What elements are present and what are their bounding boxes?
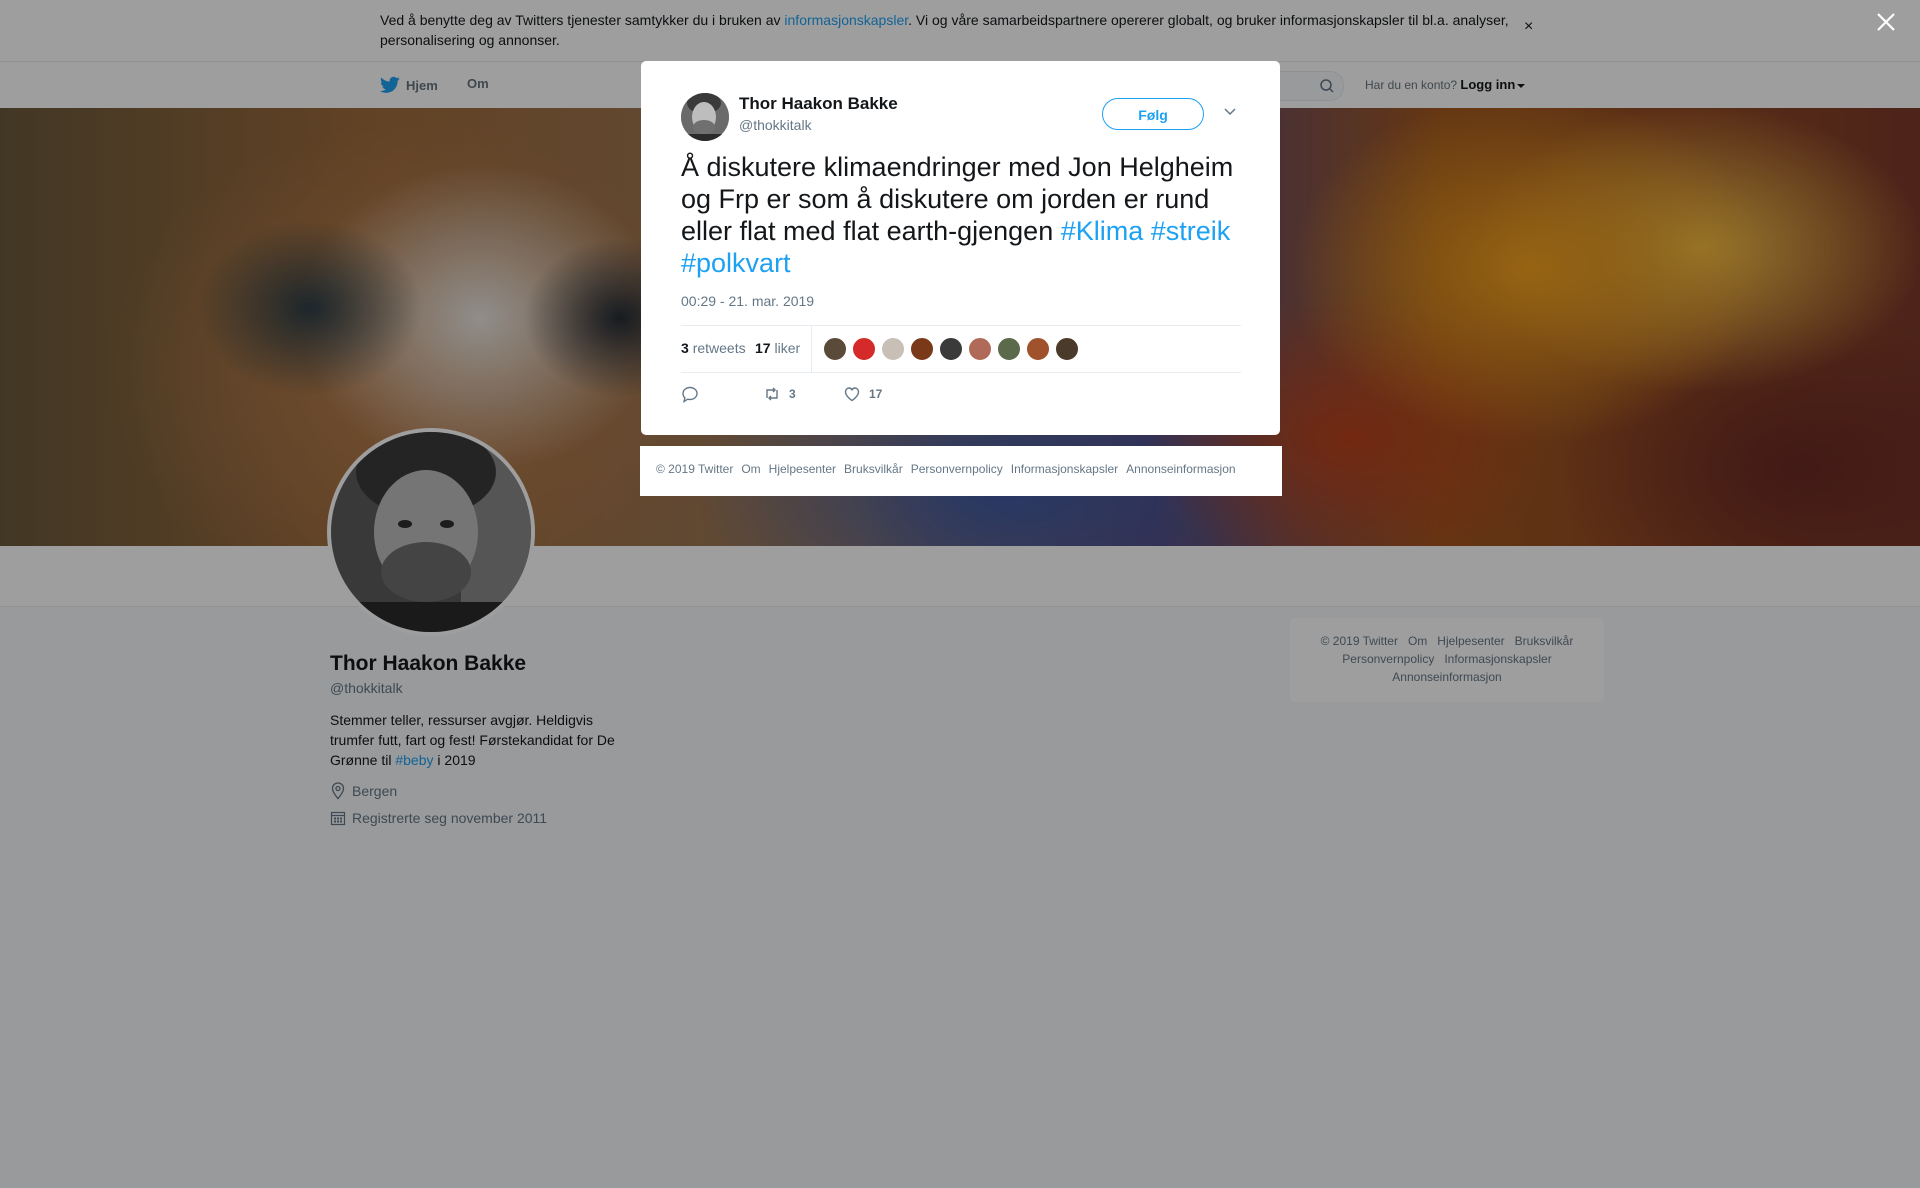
retweet-icon [766,387,778,401]
liker-avatar[interactable] [939,337,963,361]
footer-link-help[interactable]: Hjelpesenter [769,462,836,476]
reply-icon [682,386,698,403]
footer-link-about[interactable]: Om [741,462,760,476]
liker-avatar[interactable] [823,337,847,361]
footer-link-privacy[interactable]: Personvernpolicy [911,462,1003,476]
hashtag-link[interactable]: #polkvart [681,248,791,278]
retweet-stat[interactable]: 3 retweets [681,340,746,356]
tweet-stats: 3 retweets 17 liker [681,325,1241,373]
follow-button[interactable]: Følg [1102,98,1204,130]
retweet-label: retweets [692,340,746,356]
liker-avatar[interactable] [910,337,934,361]
liker-avatar[interactable] [1026,337,1050,361]
like-stat[interactable]: 17 liker [755,340,800,356]
stats-divider [811,326,812,372]
close-icon[interactable] [1876,12,1896,32]
like-count: 17 [755,340,771,356]
hashtag-link[interactable]: #streik [1151,216,1231,246]
retweet-button[interactable]: 3 [763,385,796,403]
reply-button[interactable] [681,385,699,403]
like-label: liker [774,340,801,356]
footer-link-cookies[interactable]: Informasjonskapsler [1011,462,1118,476]
liker-avatar[interactable] [881,337,905,361]
modal-footer-links: © 2019 Twitter Om Hjelpesenter Bruksvilkår P… [656,462,1244,476]
liker-avatars [823,337,1079,361]
footer-link-ads[interactable]: Annonseinformasjon [1126,462,1235,476]
liker-avatar[interactable] [997,337,1021,361]
tweet-modal: Thor Haakon Bakke @thokkitalk Følg Å dis… [641,61,1280,435]
liker-avatar[interactable] [852,337,876,361]
modal-footer: © 2019 Twitter Om Hjelpesenter Bruksvilkår P… [640,446,1282,496]
chevron-down-icon[interactable] [1223,106,1237,116]
footer-copyright: © 2019 Twitter [656,462,734,476]
tweet-author-handle[interactable]: @thokkitalk [739,117,812,133]
tweet-timestamp[interactable]: 00:29 - 21. mar. 2019 [681,293,814,309]
tweet-author-avatar[interactable] [681,93,729,141]
like-action-count: 17 [869,387,883,401]
heart-icon [844,387,860,402]
tweet-author-name[interactable]: Thor Haakon Bakke [739,94,898,114]
retweet-action-count: 3 [789,387,796,401]
liker-avatar[interactable] [968,337,992,361]
avatar-photo [681,93,729,141]
footer-link-terms[interactable]: Bruksvilkår [844,462,903,476]
tweet-text: Å diskutere klimaendringer med Jon Helgh… [681,151,1241,279]
like-button[interactable]: 17 [843,385,882,403]
tweet-actions: 3 17 [681,385,1241,415]
retweet-count: 3 [681,340,689,356]
hashtag-link[interactable]: #Klima [1061,216,1144,246]
liker-avatar[interactable] [1055,337,1079,361]
